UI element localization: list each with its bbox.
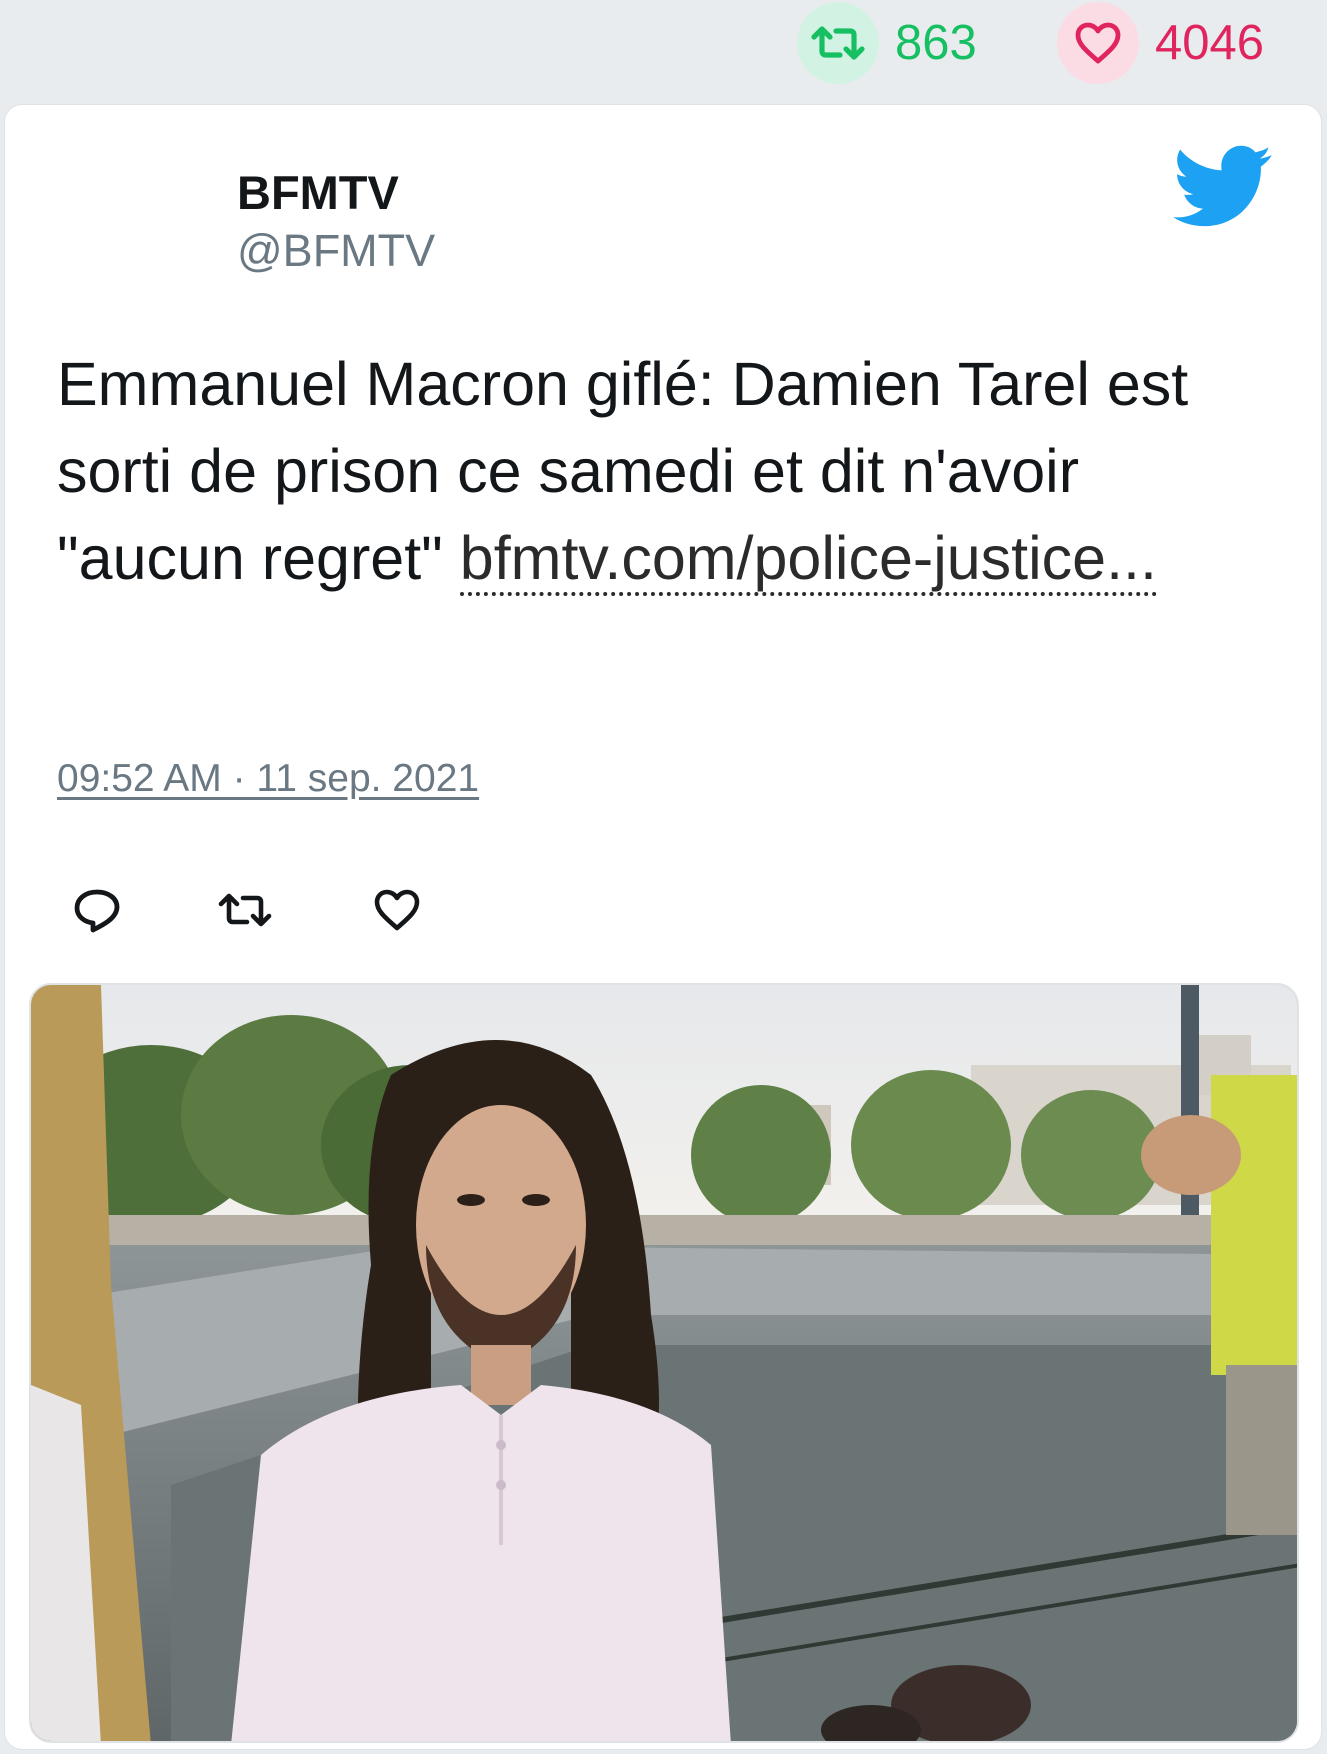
like-stat[interactable]: 4046 bbox=[1057, 2, 1264, 84]
tweet-timestamp[interactable]: 09:52 AM · 11 sep. 2021 bbox=[57, 757, 479, 801]
reply-button[interactable] bbox=[57, 870, 137, 950]
retweet-stat[interactable]: 863 bbox=[797, 2, 977, 84]
tweet-media-photo[interactable] bbox=[29, 983, 1299, 1743]
heart-icon[interactable] bbox=[1057, 2, 1139, 84]
retweet-action-icon bbox=[218, 893, 272, 927]
author-handle[interactable]: @BFMTV bbox=[237, 225, 435, 277]
twitter-bird-icon[interactable] bbox=[1173, 145, 1273, 229]
tweet-text: Emmanuel Macron giflé: Damien Tarel est … bbox=[57, 341, 1277, 602]
like-button[interactable] bbox=[357, 870, 437, 950]
retweet-icon[interactable] bbox=[797, 2, 879, 84]
retweet-button[interactable] bbox=[205, 870, 285, 950]
retweet-count: 863 bbox=[895, 16, 977, 70]
engagement-stats-bar: 863 4046 bbox=[0, 0, 1327, 100]
reply-icon bbox=[74, 889, 120, 933]
tweet-card: BFMTV @BFMTV Emmanuel Macron giflé: Dami… bbox=[4, 104, 1322, 1750]
tweet-link[interactable]: bfmtv.com/police-justice... bbox=[459, 524, 1157, 596]
media-photo-illustration bbox=[31, 985, 1297, 1741]
heart-action-icon bbox=[374, 889, 420, 931]
like-count: 4046 bbox=[1155, 16, 1265, 70]
author-name[interactable]: BFMTV bbox=[237, 165, 399, 220]
